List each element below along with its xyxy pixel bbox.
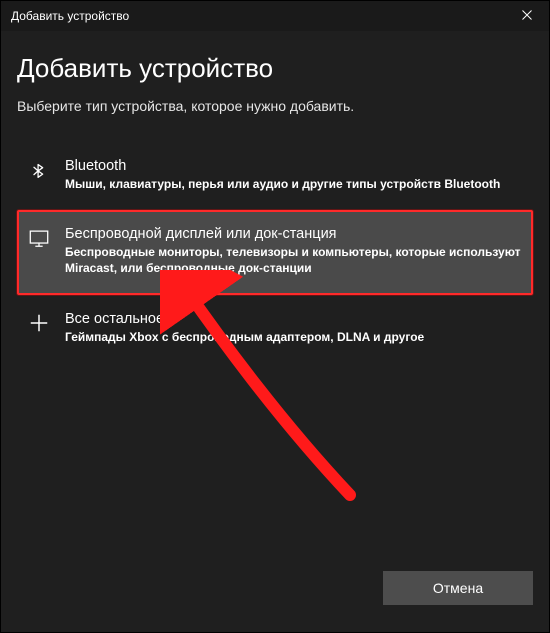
option-wireless-display[interactable]: Беспроводной дисплей или док-станция Бес… — [17, 210, 533, 294]
option-title: Все остальное — [65, 311, 523, 327]
dialog-footer: Отмена — [1, 560, 549, 632]
option-title: Беспроводной дисплей или док-станция — [65, 226, 523, 242]
option-bluetooth[interactable]: Bluetooth Мыши, клавиатуры, перья или ау… — [17, 142, 533, 210]
option-desc: Беспроводные мониторы, телевизоры и комп… — [65, 244, 523, 276]
option-everything-else[interactable]: Все остальное Геймпады Xbox с беспроводн… — [17, 295, 533, 363]
monitor-icon — [27, 226, 51, 250]
close-button[interactable] — [504, 1, 549, 31]
dialog-content: Добавить устройство Выберите тип устройс… — [1, 31, 549, 560]
bluetooth-icon — [27, 158, 51, 182]
page-title: Добавить устройство — [17, 53, 533, 84]
option-desc: Мыши, клавиатуры, перья или аудио и друг… — [65, 176, 523, 192]
plus-icon — [27, 311, 51, 335]
close-icon — [522, 9, 532, 23]
option-title: Bluetooth — [65, 158, 523, 174]
window-title: Добавить устройство — [11, 9, 129, 23]
cancel-button[interactable]: Отмена — [383, 571, 533, 605]
option-desc: Геймпады Xbox с беспроводным адаптером, … — [65, 329, 523, 345]
titlebar: Добавить устройство — [1, 1, 549, 31]
page-subtitle: Выберите тип устройства, которое нужно д… — [17, 98, 533, 114]
add-device-dialog: Добавить устройство Добавить устройство … — [0, 0, 550, 633]
device-type-list: Bluetooth Мыши, клавиатуры, перья или ау… — [17, 142, 533, 363]
